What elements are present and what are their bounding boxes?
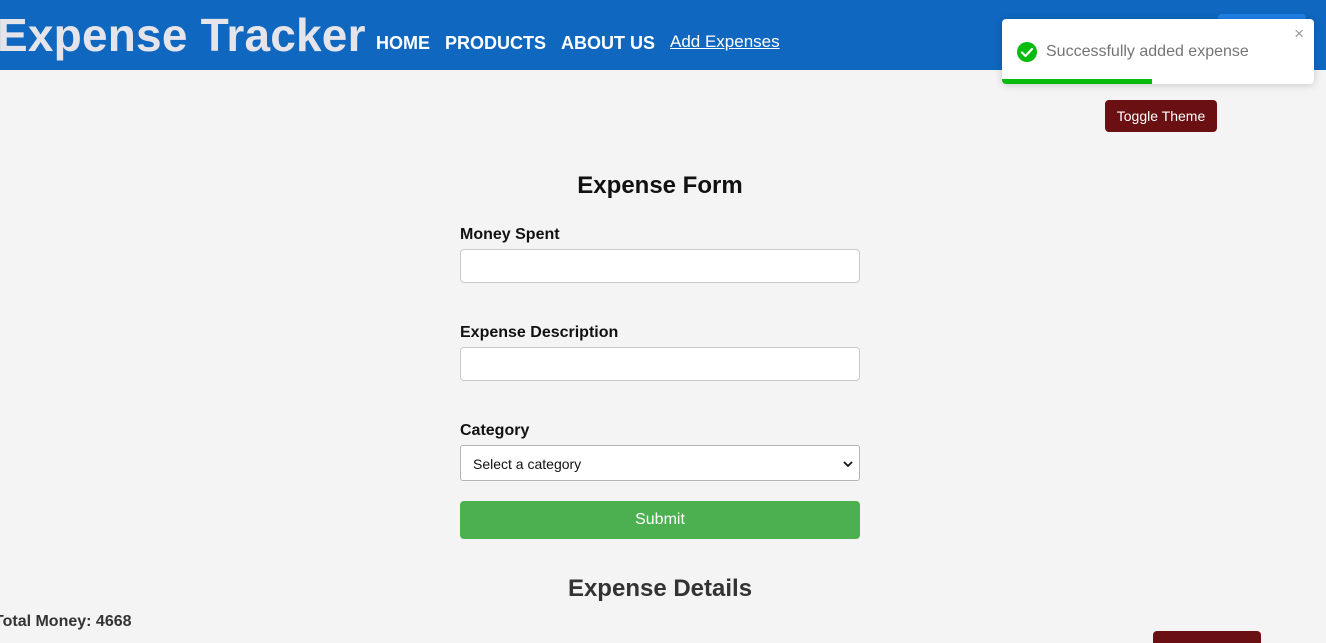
expense-action-button[interactable] [1153, 631, 1261, 643]
category-label: Category [460, 422, 530, 439]
toast-close-icon[interactable]: × [1294, 25, 1304, 42]
expense-description-label: Expense Description [460, 324, 619, 341]
total-money-text: Total Money: 4668 [0, 613, 132, 630]
money-spent-label: Money Spent [460, 226, 560, 243]
expense-description-input[interactable] [460, 347, 860, 381]
category-select[interactable]: Select a category [460, 445, 860, 481]
nav-products-link[interactable]: PRODUCTS [445, 33, 546, 54]
nav-home-link[interactable]: HOME [376, 33, 430, 54]
toast-message: Successfully added expense [1046, 43, 1249, 60]
check-circle-icon [1017, 42, 1037, 62]
nav-add-expenses-link[interactable]: Add Expenses [670, 32, 780, 52]
toast-progress-bar [1002, 79, 1152, 84]
expense-form-title: Expense Form [577, 172, 743, 199]
expense-details-title: Expense Details [567, 575, 753, 602]
toggle-theme-button[interactable]: Toggle Theme [1105, 100, 1217, 132]
money-spent-input[interactable] [460, 249, 860, 283]
success-toast: Successfully added expense × [1002, 19, 1314, 84]
category-selected-value: Select a category [473, 456, 582, 472]
app-brand[interactable]: Expense Tracker [0, 8, 366, 62]
nav-about-link[interactable]: ABOUT US [561, 33, 655, 54]
chevron-down-icon [843, 461, 853, 468]
submit-button[interactable]: Submit [460, 501, 860, 539]
